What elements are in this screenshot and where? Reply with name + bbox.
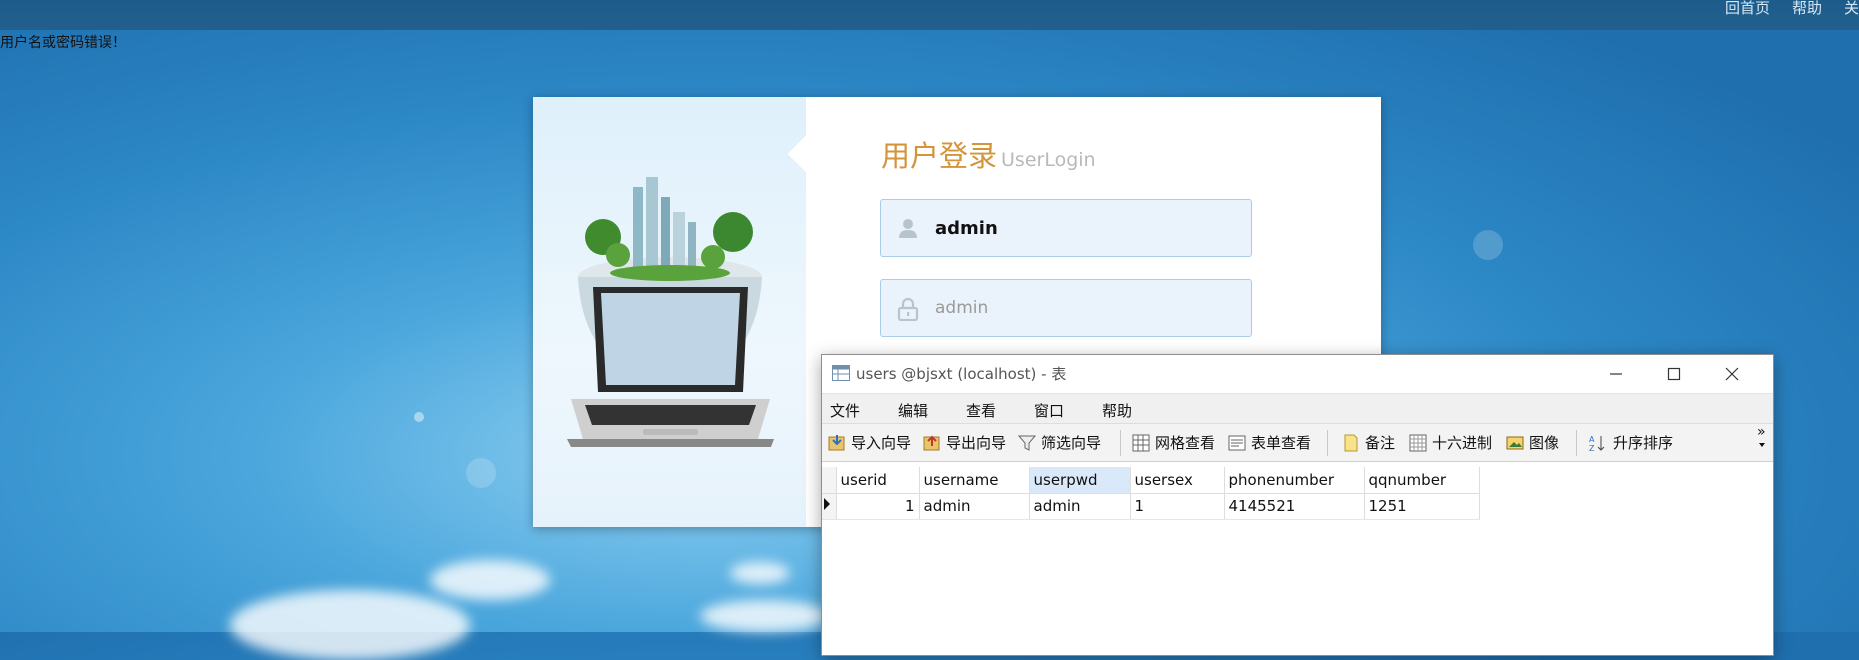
login-title-en: UserLogin [1001, 149, 1096, 171]
decor-cloud [430, 560, 550, 600]
decor-bubble [414, 412, 424, 422]
username-field[interactable] [880, 199, 1252, 257]
memo-button[interactable]: 备注 [1342, 432, 1395, 453]
minimize-icon [1610, 373, 1622, 375]
table-cell[interactable]: 4145521 [1224, 493, 1365, 520]
export-wizard-button[interactable]: 导出向导 [923, 432, 1006, 453]
nav-help-link[interactable]: 帮助 [1792, 0, 1822, 18]
menu-view[interactable]: 查看 [958, 394, 1026, 424]
grid-view-button[interactable]: 网格查看 [1132, 432, 1215, 453]
decor-cloud [700, 600, 830, 632]
export-icon [923, 435, 940, 450]
hex-icon [1409, 434, 1427, 451]
sort-asc-icon: AZ [1589, 435, 1605, 452]
column-header[interactable]: qqnumber [1364, 467, 1480, 494]
import-wizard-button[interactable]: 导入向导 [828, 432, 911, 453]
login-title: 用户登录 UserLogin [881, 133, 1096, 175]
menu-help[interactable]: 帮助 [1094, 394, 1162, 424]
toolbar-separator [1327, 430, 1328, 456]
image-icon [1506, 436, 1524, 449]
filter-icon [1018, 435, 1036, 451]
nav-close-link[interactable]: 关 [1844, 0, 1859, 18]
table-cell[interactable]: 1 [1130, 493, 1225, 520]
menu-edit[interactable]: 编辑 [890, 394, 958, 424]
password-input[interactable] [933, 292, 1237, 324]
svg-text:Z: Z [1589, 444, 1595, 452]
table-row[interactable]: 1 admin admin 1 4145521 1251 [822, 493, 1480, 520]
table-cell[interactable]: admin [919, 493, 1030, 520]
close-button[interactable] [1703, 355, 1761, 393]
column-header[interactable]: userid [836, 467, 920, 494]
table-icon [832, 365, 850, 381]
window-title-bar[interactable]: users @bjsxt (localhost) - 表 [822, 355, 1773, 393]
row-indicator-header [822, 467, 837, 494]
filter-wizard-button[interactable]: 筛选向导 [1018, 432, 1101, 453]
window-title: users @bjsxt (localhost) - 表 [856, 365, 1067, 383]
toolbar-separator [1576, 430, 1577, 456]
current-row-indicator [822, 493, 837, 520]
menu-window[interactable]: 窗口 [1026, 394, 1094, 424]
maximize-button[interactable] [1645, 355, 1703, 393]
top-nav: 回首页 帮助 关 [1725, 0, 1859, 18]
user-icon [899, 219, 917, 238]
table-header-row: userid username userpwd usersex phonenum… [822, 467, 1480, 494]
svg-text:A: A [1589, 435, 1595, 444]
login-illustration-panel [533, 97, 806, 527]
column-header[interactable]: usersex [1130, 467, 1225, 494]
hex-button[interactable]: 十六进制 [1409, 432, 1492, 453]
maximize-icon [1667, 367, 1681, 381]
decor-bubble [466, 458, 496, 488]
grid-icon [1132, 434, 1150, 451]
password-field[interactable] [880, 279, 1252, 337]
window-menu-bar: 文件 编辑 查看 窗口 帮助 [822, 393, 1773, 424]
column-header[interactable]: username [919, 467, 1030, 494]
laptop-globe-illustration [567, 177, 774, 447]
table-cell[interactable]: 1251 [1364, 493, 1480, 520]
memo-icon [1344, 434, 1358, 451]
nav-home-link[interactable]: 回首页 [1725, 0, 1770, 18]
toolbar-overflow-button[interactable]: » [1757, 425, 1767, 452]
username-input[interactable] [933, 212, 1237, 244]
close-icon [1725, 367, 1739, 381]
import-icon [828, 434, 845, 450]
navicat-table-window: users @bjsxt (localhost) - 表 文件 编辑 查看 窗口… [821, 354, 1774, 656]
column-header-selected[interactable]: userpwd [1029, 467, 1131, 494]
window-toolbar: 导入向导 导出向导 筛选向导 网格查看 表单查看 备注 十六进制 图像 A Z … [822, 423, 1773, 462]
table-cell[interactable]: 1 [836, 493, 920, 520]
login-title-cn: 用户登录 [881, 139, 998, 173]
minimize-button[interactable] [1587, 355, 1645, 393]
row-pointer-icon [824, 498, 830, 510]
image-button[interactable]: 图像 [1506, 432, 1559, 453]
login-error-message: 用户名或密码错误！ [0, 35, 126, 51]
menu-file[interactable]: 文件 [822, 394, 890, 424]
form-icon [1228, 435, 1246, 450]
decor-bubble [1473, 230, 1503, 260]
data-grid: userid username userpwd usersex phonenum… [822, 467, 1480, 520]
decor-cloud [730, 562, 790, 584]
toolbar-separator [1120, 430, 1121, 456]
top-bar: 回首页 帮助 关 [0, 0, 1859, 30]
column-header[interactable]: phonenumber [1224, 467, 1365, 494]
sort-asc-button[interactable]: AZ 升序排序 [1588, 432, 1673, 453]
table-cell[interactable]: admin [1029, 493, 1131, 520]
form-view-button[interactable]: 表单查看 [1228, 432, 1311, 453]
decor-cloud [230, 590, 470, 660]
lock-icon [897, 297, 919, 321]
chevron-down-icon [1759, 443, 1765, 447]
